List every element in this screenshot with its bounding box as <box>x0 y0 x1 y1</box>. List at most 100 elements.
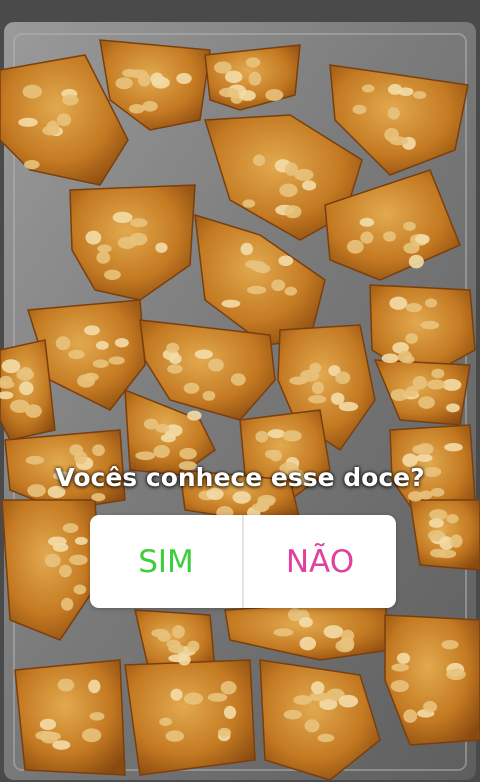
peanut <box>217 727 231 738</box>
brittle-piece <box>14 659 126 776</box>
peanut <box>390 388 409 402</box>
peanut <box>338 694 359 708</box>
peanut <box>267 429 286 439</box>
poll-option-yes[interactable]: SIM <box>90 515 242 608</box>
peanut <box>1 359 21 374</box>
peanut <box>436 549 457 559</box>
peanut <box>160 433 176 443</box>
peanut <box>265 89 284 101</box>
peanut-brittle-photo <box>0 0 480 782</box>
peanut <box>311 681 325 695</box>
peanut <box>294 168 314 181</box>
peanut <box>170 688 183 701</box>
peanut <box>52 542 69 552</box>
poll-sticker: SIM NÃO <box>90 515 396 608</box>
peanut <box>398 87 414 97</box>
peanut <box>415 234 430 245</box>
peanut <box>278 255 294 266</box>
peanut <box>117 236 137 249</box>
peanut <box>396 652 411 664</box>
peanut <box>153 444 170 458</box>
peanut <box>56 113 72 127</box>
peanut <box>151 628 169 638</box>
peanut <box>52 740 71 750</box>
peanut <box>240 242 254 256</box>
peanut <box>255 430 269 443</box>
peanut <box>403 221 416 231</box>
peanut <box>425 298 438 308</box>
peanut <box>69 554 88 566</box>
peanut <box>155 242 168 253</box>
peanut <box>92 444 105 457</box>
peanut <box>402 355 415 364</box>
peanut <box>450 534 463 548</box>
peanut <box>168 353 182 365</box>
peanut <box>69 444 83 457</box>
peanut <box>441 640 459 650</box>
peanut <box>176 73 192 85</box>
peanut <box>412 375 428 390</box>
peanut <box>246 285 267 295</box>
peanut <box>61 597 74 611</box>
peanut <box>271 279 286 292</box>
peanut <box>129 69 148 79</box>
peanut <box>183 382 200 394</box>
peanut <box>383 231 397 242</box>
peanut <box>230 373 246 386</box>
peanut <box>299 636 317 651</box>
peanut <box>95 340 109 350</box>
peanut <box>359 217 375 227</box>
peanut <box>239 90 256 101</box>
peanut <box>323 625 344 639</box>
peanut <box>347 239 364 254</box>
poll-question: Vocês conhece esse doce? <box>55 463 425 492</box>
peanut <box>73 584 87 595</box>
peanut <box>446 514 459 524</box>
peanut <box>446 668 466 681</box>
peanut <box>311 381 325 395</box>
peanut <box>232 491 251 504</box>
peanut <box>219 87 239 98</box>
peanut <box>42 125 60 136</box>
peanut <box>431 368 445 379</box>
peanut <box>381 353 399 364</box>
peanut <box>115 77 133 90</box>
peanut <box>207 692 228 702</box>
peanut <box>403 709 418 723</box>
peanut <box>426 379 446 390</box>
peanut <box>62 523 79 533</box>
peanut <box>428 518 444 528</box>
peanut <box>390 680 409 692</box>
peanut <box>248 71 262 86</box>
peanut <box>335 371 351 385</box>
peanut <box>352 104 367 115</box>
peanut <box>283 709 302 720</box>
peanut <box>221 299 241 308</box>
peanut <box>89 712 105 721</box>
peanut <box>282 430 302 442</box>
peanut <box>187 640 200 653</box>
peanut <box>84 325 100 336</box>
peanut <box>39 718 57 731</box>
poll-option-no[interactable]: NÃO <box>244 515 396 608</box>
peanut <box>18 117 38 127</box>
peanut <box>444 443 463 452</box>
peanut <box>214 61 232 74</box>
peanut <box>317 733 335 743</box>
peanut <box>62 94 79 106</box>
peanut <box>245 57 261 68</box>
peanut <box>85 230 102 245</box>
peanut <box>96 251 111 264</box>
peanut <box>302 180 317 191</box>
peanut <box>423 701 438 713</box>
peanut <box>104 269 121 280</box>
peanut <box>412 91 427 100</box>
peanut <box>25 404 42 418</box>
peanut <box>391 663 409 672</box>
peanut <box>279 183 298 197</box>
peanut <box>220 681 237 695</box>
peanut <box>167 364 183 374</box>
peanut <box>242 199 256 208</box>
peanut <box>304 719 320 733</box>
peanut <box>130 218 148 228</box>
